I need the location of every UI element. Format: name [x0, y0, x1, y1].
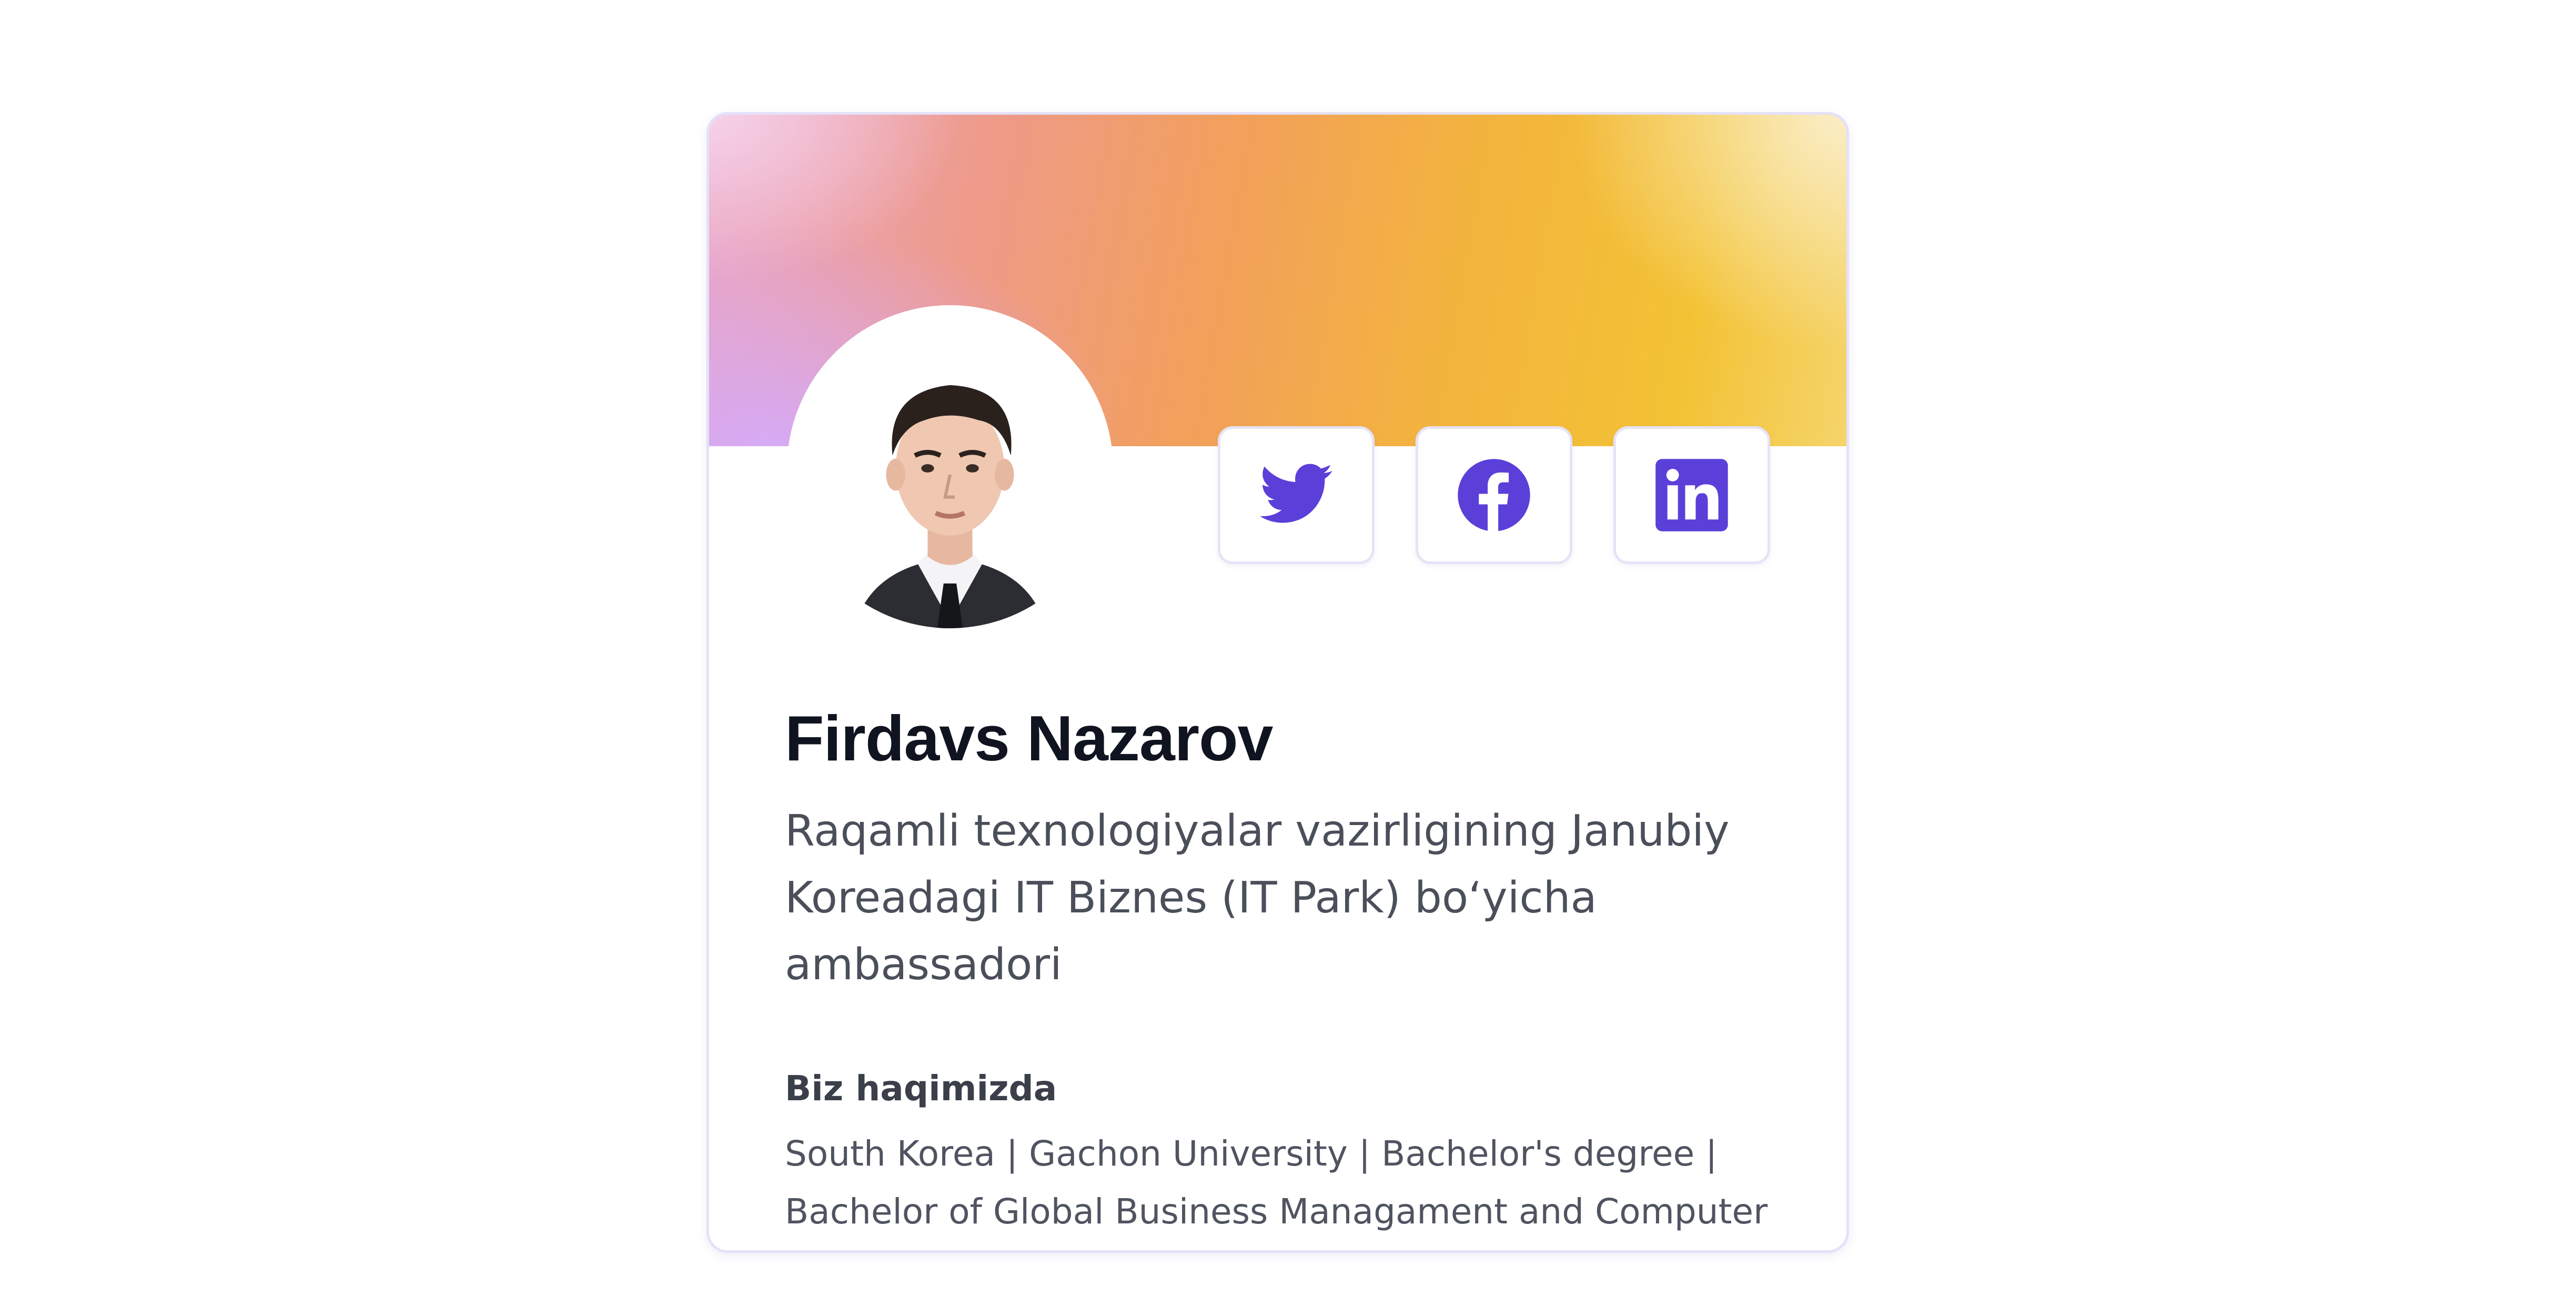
twitter-button[interactable] [1218, 426, 1375, 564]
about-heading: Biz haqimizda [785, 1068, 1057, 1109]
facebook-button[interactable] [1416, 426, 1572, 564]
about-text: South Korea | Gachon University | Bachel… [785, 1133, 1768, 1250]
profile-name: Firdavs Nazarov [785, 702, 1274, 774]
profile-card: Firdavs Nazarov Raqamli texnologiyalar v… [706, 112, 1849, 1253]
profile-role: Raqamli texnologiyalar vazirligining Jan… [785, 806, 1730, 990]
linkedin-icon [1655, 459, 1728, 531]
avatar-photo [790, 308, 1110, 628]
avatar [787, 305, 1113, 631]
twitter-bird-icon [1260, 464, 1332, 523]
facebook-icon [1458, 459, 1530, 531]
linkedin-button[interactable] [1613, 426, 1770, 564]
